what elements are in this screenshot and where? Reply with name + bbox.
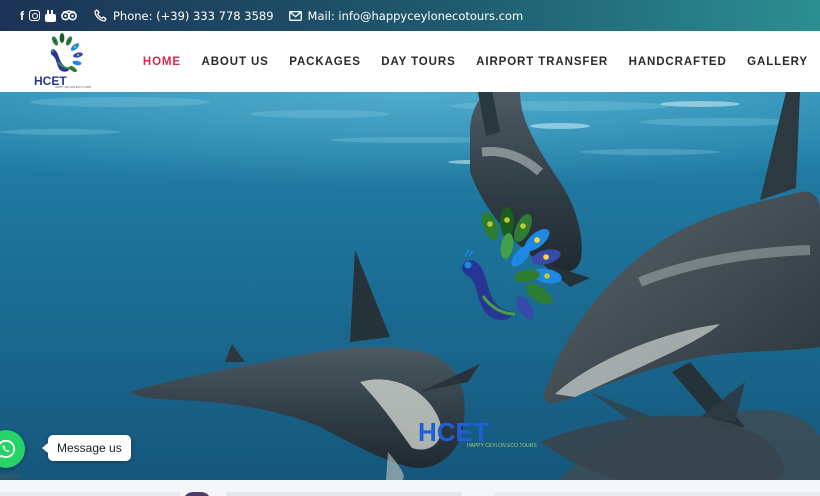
nav-item-home[interactable]: HOME (143, 56, 181, 68)
nav-item-day-tours[interactable]: DAY TOURS (381, 56, 455, 68)
hero-logo-subtext: HAPPY CEYLON ECO TOURS (467, 443, 537, 449)
whatsapp-icon (0, 439, 16, 459)
logo-subtext: HAPPY CEYLON ECO TOURS (55, 85, 91, 89)
main-navigation: HOME ABOUT US PACKAGES DAY TOURS AIRPORT… (122, 31, 808, 92)
top-contact-bar: f Phone: (+39) 333 778 3589 Mail: info@h… (0, 0, 820, 31)
mail-text: Mail: info@happyceylonecotours.com (307, 8, 524, 23)
site-logo[interactable]: HCET HAPPY CEYLON ECO TOURS (29, 32, 93, 90)
social-links: f (20, 9, 77, 23)
hero-banner: HCET HAPPY CEYLON ECO TOURS (0, 92, 820, 480)
whatsapp-button-label: tButton (0, 472, 22, 481)
next-section-edge (0, 480, 820, 496)
nav-item-packages[interactable]: PACKAGES (289, 56, 361, 68)
mail-contact[interactable]: Mail: info@happyceylonecotours.com (288, 8, 524, 23)
mail-icon (288, 10, 302, 21)
nav-item-handcrafted[interactable]: HANDCRAFTED (629, 56, 727, 68)
phone-icon (94, 9, 107, 22)
tripadvisor-icon[interactable] (61, 9, 77, 23)
phone-contact[interactable]: Phone: (+39) 333 778 3589 (94, 9, 274, 23)
nav-item-airport-transfer[interactable]: AIRPORT TRANSFER (476, 56, 608, 68)
youtube-icon[interactable] (45, 9, 56, 23)
message-us-bubble[interactable]: Message us (42, 435, 131, 461)
nav-item-gallery[interactable]: GALLERY (747, 56, 808, 68)
nav-item-about-us[interactable]: ABOUT US (201, 56, 268, 68)
phone-text: Phone: (+39) 333 778 3589 (113, 8, 274, 23)
hero-image: HCET HAPPY CEYLON ECO TOURS (0, 92, 820, 480)
facebook-icon[interactable]: f (20, 9, 24, 23)
instagram-icon[interactable] (29, 10, 40, 21)
peacock-icon (50, 33, 83, 73)
main-header: HCET HAPPY CEYLON ECO TOURS HOME ABOUT U… (0, 31, 820, 92)
